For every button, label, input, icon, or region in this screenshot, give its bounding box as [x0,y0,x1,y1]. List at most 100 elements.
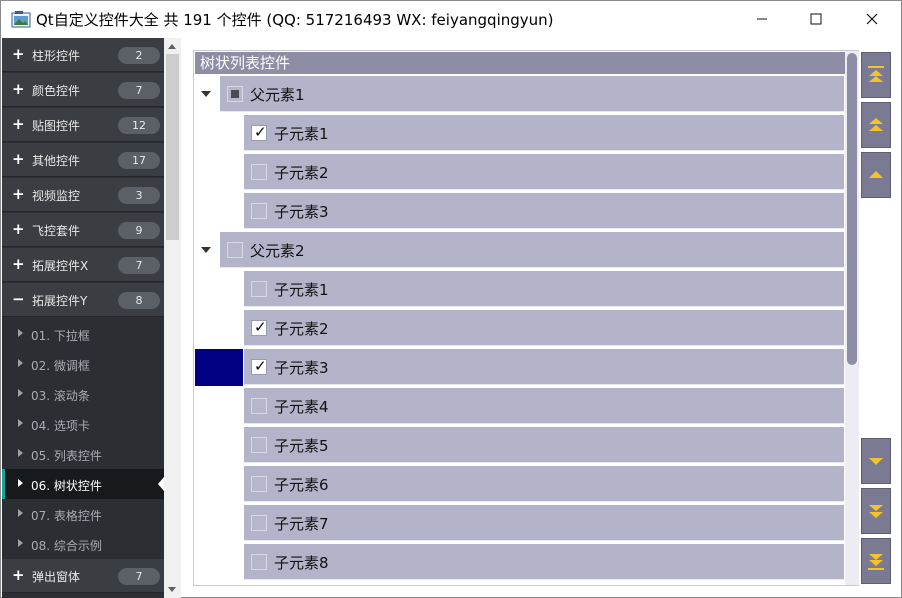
nav-group-flight[interactable]: + 飞控套件 9 [2,213,164,247]
scrollbar-thumb[interactable] [166,54,179,240]
tree-scrollbar[interactable] [845,51,859,585]
nav-group-ext-y[interactable]: − 拓展控件Y 8 [2,283,164,317]
tree-child-row[interactable]: 子元素6 [244,466,844,502]
nav-item-list[interactable]: 05. 列表控件 [2,439,164,469]
move-top-button[interactable] [861,52,891,98]
tree-checkbox[interactable]: ✓ [251,357,267,375]
nav-item-tree[interactable]: 06. 树状控件 [2,469,164,499]
window-title: Qt自定义控件大全 共 191 个控件 (QQ: 517216493 WX: f… [36,11,554,29]
tree-item-label: 子元素3 [274,359,329,377]
minimize-button[interactable] [733,1,791,37]
check-icon: ✓ [254,318,267,336]
scrollbar-thumb[interactable] [847,53,857,365]
tree-child-row-selected[interactable]: ✓ 子元素3 [244,349,844,385]
sidebar-scrollbar[interactable] [164,38,181,598]
tree-item-label: 子元素6 [274,476,329,494]
move-page-down-icon [869,505,883,518]
nav-group-count-badge: 12 [118,117,160,134]
caret-right-icon [18,539,23,547]
tree-checkbox[interactable] [251,398,267,414]
close-button[interactable] [843,1,901,37]
move-down-icon [869,458,883,465]
move-page-up-icon [869,118,883,131]
tree-child-row[interactable]: 子元素2 [244,154,844,190]
maximize-icon [810,13,822,25]
tree-child-row[interactable]: ✓ 子元素2 [244,310,844,346]
nav-item-combobox[interactable]: 01. 下拉框 [2,319,164,349]
nav-group-other[interactable]: + 其他控件 17 [2,143,164,177]
tree-checkbox[interactable] [251,476,267,492]
tree-checkbox[interactable] [251,164,267,180]
nav-group-bar[interactable]: + 柱形控件 2 [2,38,164,72]
nav-group-count-badge: 7 [118,82,160,99]
tree-widget[interactable]: 树状列表控件 父元素1 ✓ 子元素1 子元素2 子元素3 父元素2 子元素1 ✓… [193,50,859,586]
tree-checkbox[interactable]: ✓ [251,318,267,336]
tree-item-label: 父元素2 [250,242,305,260]
nav-item-label: 03. 滚动条 [31,389,90,403]
tree-child-row[interactable]: 子元素5 [244,427,844,463]
nav-item-demo[interactable]: 08. 综合示例 [2,529,164,559]
caret-right-icon [18,509,23,517]
move-bottom-button[interactable] [861,538,891,584]
move-up-button[interactable] [861,152,891,198]
nav-item-tab[interactable]: 04. 选项卡 [2,409,164,439]
tree-checkbox[interactable] [251,281,267,297]
tree-item-label: 子元素3 [274,203,329,221]
caret-right-icon [18,359,23,367]
move-top-icon [868,66,884,82]
scroll-down-icon[interactable] [168,587,176,592]
move-page-down-button[interactable] [861,488,891,534]
active-indicator [2,469,5,499]
tree-checkbox[interactable] [251,515,267,531]
tree-child-row[interactable]: ✓ 子元素1 [244,115,844,151]
nav-group-count-badge: 2 [118,47,160,64]
expand-plus-icon: + [12,220,25,238]
caret-right-icon [18,449,23,457]
nav-item-label: 07. 表格控件 [31,509,102,523]
tree-checkbox[interactable] [251,437,267,453]
nav-group-ext-x[interactable]: + 拓展控件X 7 [2,248,164,282]
tree-child-row[interactable]: 子元素1 [244,271,844,307]
tree-child-row[interactable]: 子元素7 [244,505,844,541]
expand-arrow-icon[interactable] [201,91,211,97]
move-down-button[interactable] [861,438,891,484]
close-icon [866,13,878,25]
caret-right-icon [18,329,23,337]
nav-group-color[interactable]: + 颜色控件 7 [2,73,164,107]
nav-item-scrollbar[interactable]: 03. 滚动条 [2,379,164,409]
tree-checkbox[interactable]: ✓ [251,123,267,141]
nav-item-spinbox[interactable]: 02. 微调框 [2,349,164,379]
tree-checkbox[interactable] [227,242,243,258]
tree-item-label: 父元素1 [250,86,305,104]
caret-right-icon [18,419,23,427]
expand-plus-icon: + [12,80,25,98]
nav-group-video[interactable]: + 视频监控 3 [2,178,164,212]
move-page-up-button[interactable] [861,102,891,148]
caret-right-icon [18,389,23,397]
tree-child-row[interactable]: 子元素4 [244,388,844,424]
nav-group-label: 贴图控件 [32,119,81,133]
scroll-up-icon[interactable] [168,44,176,49]
nav-group-count-badge: 3 [118,187,160,204]
expand-plus-icon: + [12,45,25,63]
maximize-button[interactable] [787,1,845,37]
nav-group-image[interactable]: + 贴图控件 12 [2,108,164,142]
tree-child-row[interactable]: 子元素3 [244,193,844,229]
nav-group-count-badge: 17 [118,152,160,169]
nav-item-label: 05. 列表控件 [31,449,102,463]
nav-item-table[interactable]: 07. 表格控件 [2,499,164,529]
tree-item-label: 子元素1 [274,125,329,143]
check-icon: ✓ [254,357,267,375]
move-up-icon [869,171,883,178]
nav-group-label: 拓展控件X [32,259,89,273]
nav-group-popup[interactable]: + 弹出窗体 7 [2,559,164,593]
tree-checkbox[interactable] [251,203,267,219]
nav-item-label: 02. 微调框 [31,359,90,373]
tree-checkbox[interactable] [227,86,243,102]
expand-arrow-icon[interactable] [201,247,211,253]
tree-child-row[interactable]: 子元素8 [244,544,844,580]
tree-parent-row[interactable]: 父元素2 [220,232,844,268]
tree-parent-row[interactable]: 父元素1 [220,76,844,112]
nav-group-label: 柱形控件 [32,49,81,63]
tree-checkbox[interactable] [251,554,267,570]
